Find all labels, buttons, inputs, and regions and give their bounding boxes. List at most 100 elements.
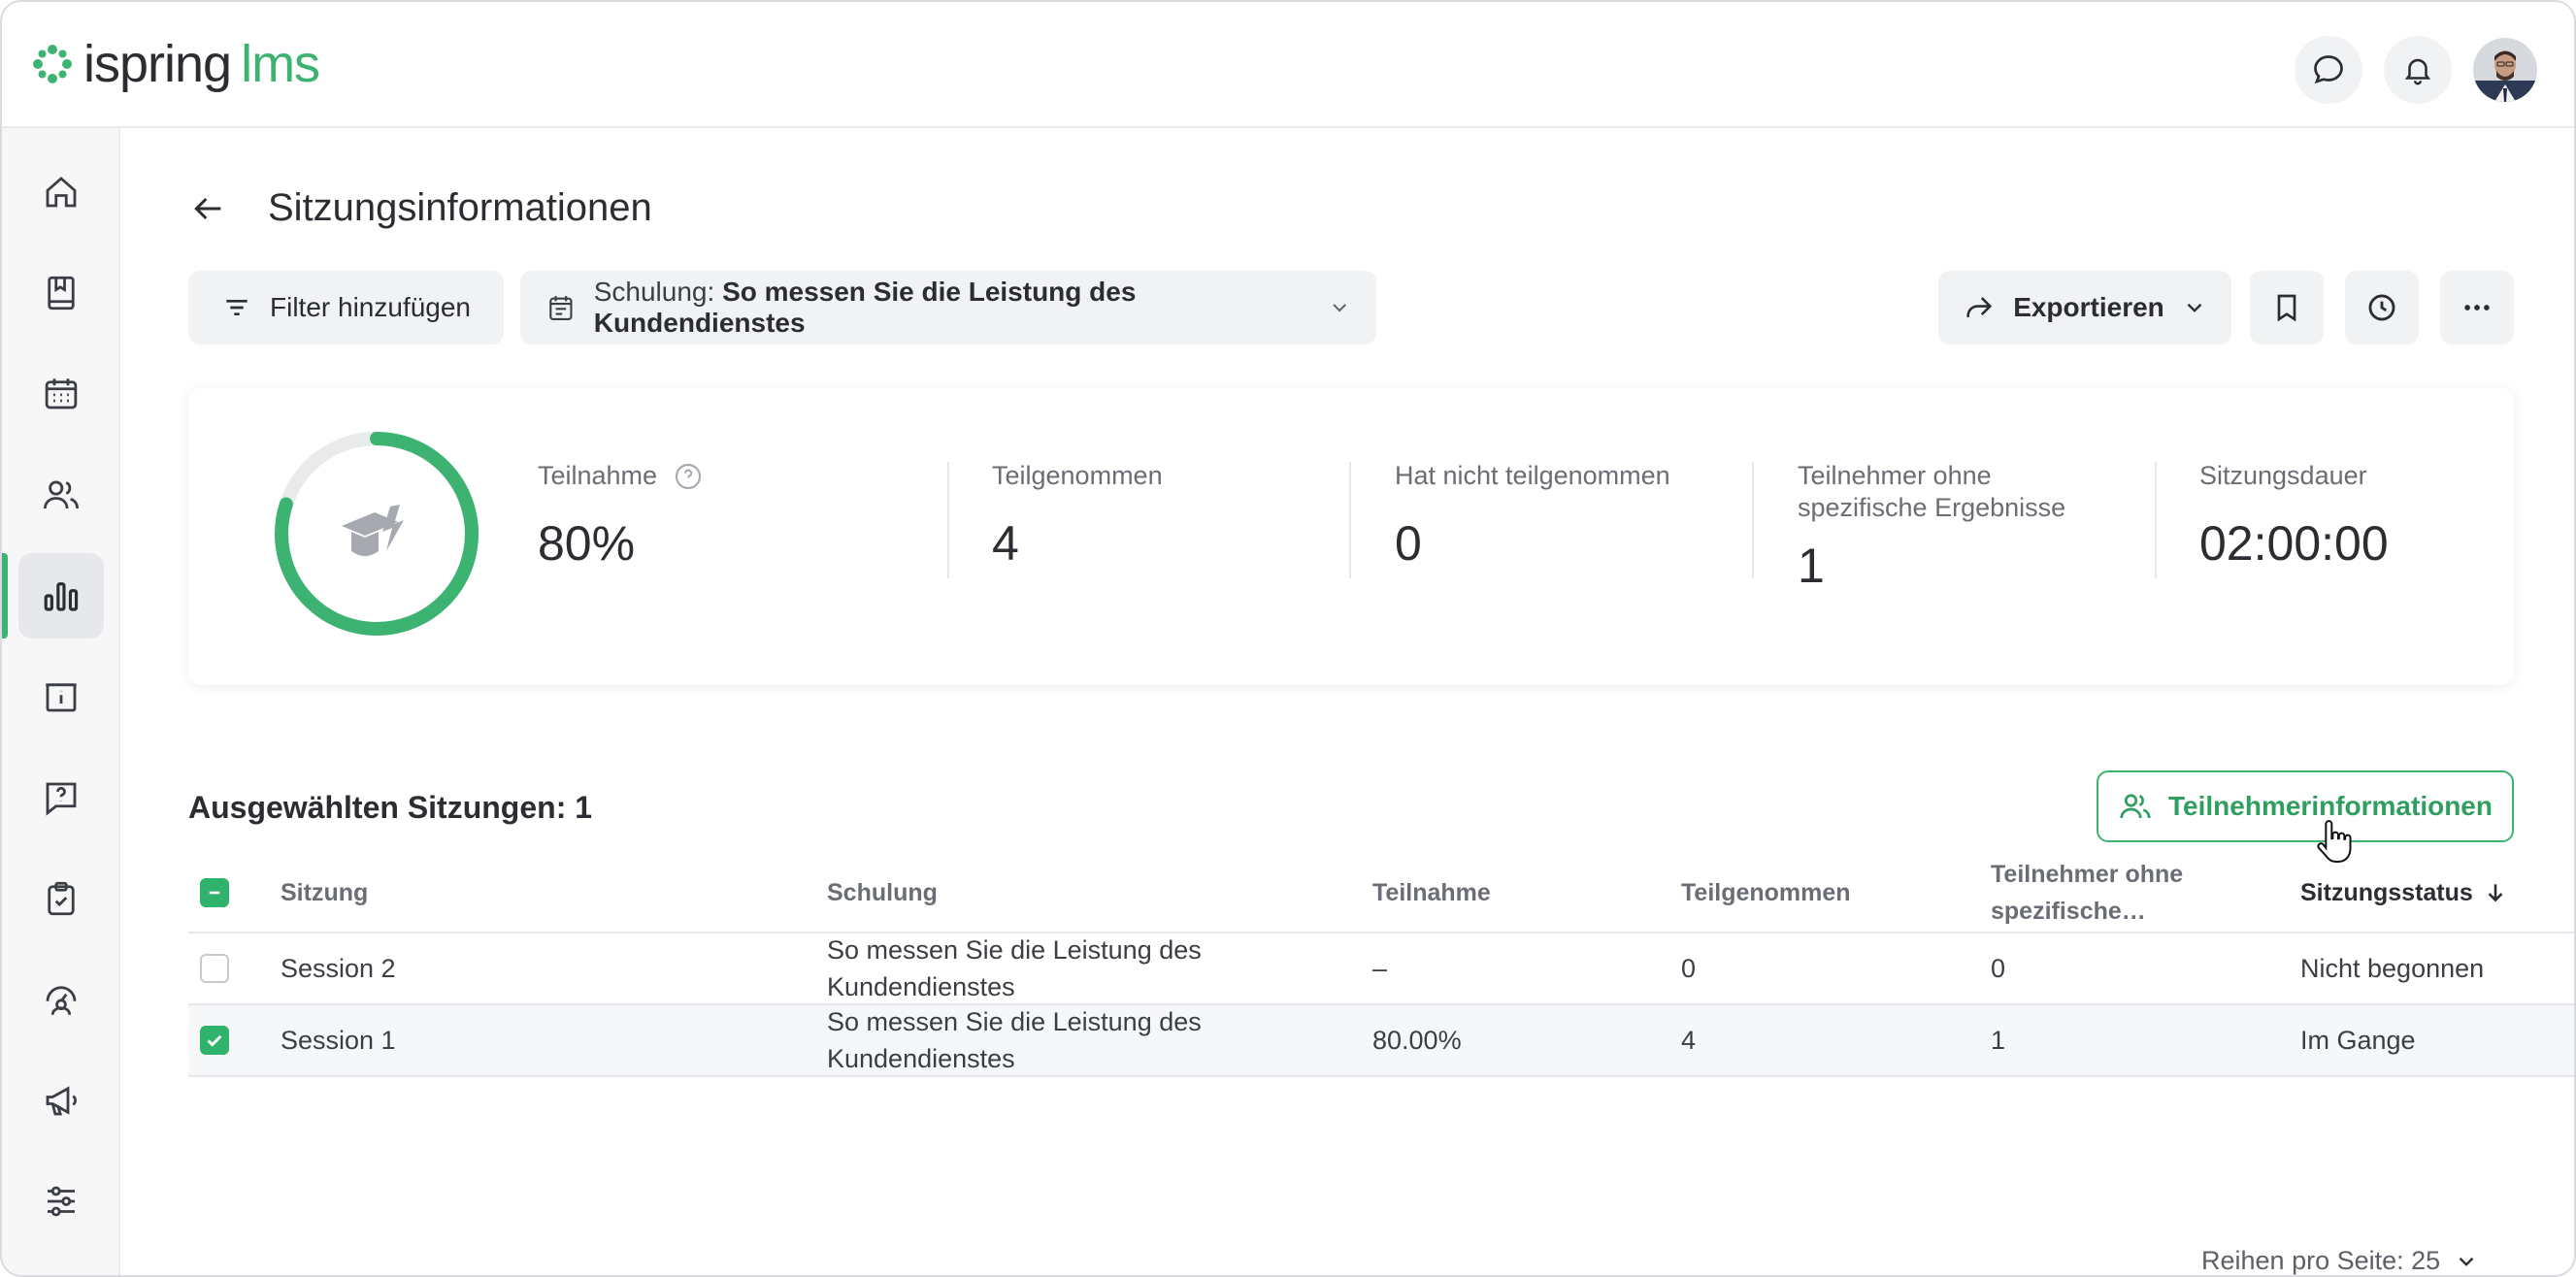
stats-card: Teilnahme 80% Teilgenommen 4 Hat nicht t… — [188, 388, 2514, 685]
col-header-attended[interactable]: Teilgenommen — [1681, 854, 1851, 932]
chevron-down-icon — [1333, 304, 1346, 312]
chat-button[interactable] — [2295, 36, 2362, 104]
col-header-no-results-line1: Teilnehmer ohne — [1991, 861, 2184, 888]
add-filter-button[interactable]: Filter hinzufügen — [188, 271, 505, 344]
cell-training-line1: So messen Sie die Leistung des — [827, 1007, 1202, 1036]
rows-per-page-select[interactable]: Reihen pro Seite: 25 — [2201, 1246, 2479, 1275]
brand-wordmark: ispring lms — [83, 35, 320, 93]
participation-value: 80% — [538, 516, 636, 571]
stat-not-attended: Hat nicht teilgenommen 0 — [1395, 460, 1670, 572]
stat-duration: Sitzungsdauer 02:00:00 — [2199, 460, 2389, 572]
sidebar-item-announcements[interactable] — [18, 1058, 104, 1143]
sliders-icon — [48, 1186, 75, 1217]
no-results-label-1: Teilnehmer ohne — [1798, 461, 1992, 490]
attended-value: 4 — [992, 516, 1019, 571]
cell-training: So messen Sie die Leistung des Kundendie… — [827, 933, 1202, 1003]
cell-no-results: 1 — [1991, 1025, 2006, 1055]
clipboard-check-icon — [48, 881, 75, 916]
stat-attended: Teilgenommen 4 — [992, 460, 1163, 572]
no-results-value: 1 — [1798, 539, 1825, 593]
user-gauge-icon — [46, 986, 77, 1015]
cell-attended: 0 — [1681, 953, 1697, 983]
question-icon — [46, 782, 77, 816]
sort-down-arrow-icon — [2488, 884, 2503, 902]
not-attended-label: Hat nicht teilgenommen — [1395, 461, 1670, 490]
book-icon — [48, 276, 75, 311]
share-arrow-icon — [1966, 297, 1993, 317]
select-all-checkbox[interactable] — [200, 878, 229, 907]
stat-no-results: Teilnehmer ohne spezifische Ergebnisse 1 — [1798, 460, 2065, 594]
row-checkbox[interactable] — [200, 954, 229, 983]
chevron-down-icon — [2459, 1257, 2474, 1266]
active-indicator — [2, 553, 8, 638]
minus-icon — [209, 891, 220, 895]
row-checkbox[interactable] — [200, 1026, 229, 1055]
participants-info-button[interactable]: Teilnehmerinformationen — [2097, 770, 2514, 842]
rows-per-page-label: Reihen pro Seite: 25 — [2201, 1246, 2441, 1275]
export-button[interactable]: Exportieren — [1938, 271, 2231, 344]
cell-participation: 80.00% — [1372, 1025, 1462, 1055]
table-row[interactable]: Session 2 So messen Sie die Leistung des… — [188, 933, 2574, 1005]
row-checkbox-cell[interactable] — [200, 1005, 229, 1075]
help-icon[interactable] — [673, 461, 704, 492]
sidebar-item-home[interactable] — [18, 149, 104, 235]
cell-session: Session 1 — [281, 1025, 396, 1055]
bookmark-button[interactable] — [2250, 271, 2324, 344]
brand-name-a: ispring — [83, 35, 232, 93]
table-header-row: Sitzung Schulung Teilnahme Teilgenommen … — [188, 854, 2574, 933]
bell-icon — [2404, 58, 2431, 85]
no-results-label-2: spezifische Ergebnisse — [1798, 493, 2066, 522]
user-avatar[interactable] — [2473, 38, 2537, 102]
bar-chart-icon — [44, 582, 79, 611]
sidebar-item-reports[interactable] — [18, 553, 104, 638]
sidebar-item-calendar[interactable] — [18, 351, 104, 437]
select-all-checkbox-cell[interactable] — [200, 854, 229, 932]
col-header-no-results[interactable]: Teilnehmer ohne spezifische… — [1991, 854, 2183, 932]
sidebar-item-questions[interactable] — [18, 755, 104, 840]
chat-bubble-icon — [2314, 55, 2343, 84]
col-header-participation[interactable]: Teilnahme — [1372, 854, 1491, 932]
stat-participation: Teilnahme 80% — [538, 460, 704, 572]
row-checkbox-cell[interactable] — [200, 933, 229, 1003]
calendar-icon — [549, 296, 573, 320]
bookmark-icon — [2277, 294, 2296, 322]
duration-label: Sitzungsdauer — [2199, 461, 2367, 490]
sidebar-item-info[interactable] — [18, 654, 104, 739]
stat-divider — [1349, 462, 1351, 578]
cell-attended: 4 — [1681, 1025, 1697, 1055]
sidebar-item-settings[interactable] — [18, 1159, 104, 1244]
sidebar-item-users[interactable] — [18, 452, 104, 538]
info-board-icon — [46, 683, 77, 712]
sessions-table: Sitzung Schulung Teilnahme Teilgenommen … — [188, 854, 2574, 1077]
sidebar-item-assignments[interactable] — [18, 856, 104, 941]
clock-icon — [2368, 294, 2395, 321]
stat-divider — [1752, 462, 1754, 578]
calendar-icon — [45, 378, 78, 409]
notifications-button[interactable] — [2384, 36, 2452, 104]
users-icon — [43, 480, 80, 509]
participation-label: Teilnahme — [538, 461, 658, 490]
training-filter-select[interactable]: Schulung: So messen Sie die Leistung des… — [520, 271, 1376, 344]
participation-ring — [275, 432, 479, 636]
main-content: Sitzungsinformationen Filter hinzufügen … — [120, 130, 2574, 1275]
brand-logo[interactable]: ispring lms — [31, 35, 320, 93]
sidebar-item-courses[interactable] — [18, 250, 104, 336]
not-attended-value: 0 — [1395, 516, 1422, 571]
col-header-session[interactable]: Sitzung — [281, 854, 368, 932]
cell-training-line2: Kundendienstes — [827, 1044, 1015, 1073]
duration-value: 02:00:00 — [2199, 516, 2389, 571]
stat-divider — [2155, 462, 2157, 578]
back-arrow-icon[interactable] — [188, 189, 227, 228]
page-title: Sitzungsinformationen — [268, 186, 652, 229]
schedule-button[interactable] — [2345, 271, 2419, 344]
cell-training-line2: Kundendienstes — [827, 972, 1015, 1001]
cell-participation: – — [1372, 953, 1388, 983]
more-horizontal-icon — [2464, 305, 2490, 311]
col-header-status[interactable]: Sitzungsstatus — [2300, 854, 2508, 932]
col-header-training[interactable]: Schulung — [827, 854, 938, 932]
more-options-button[interactable] — [2440, 271, 2514, 344]
table-row[interactable]: Session 1 So messen Sie die Leistung des… — [188, 1005, 2574, 1077]
sidebar-item-performance[interactable] — [18, 957, 104, 1042]
training-filter-prefix: Schulung: — [593, 277, 715, 307]
cell-session: Session 2 — [281, 953, 396, 983]
